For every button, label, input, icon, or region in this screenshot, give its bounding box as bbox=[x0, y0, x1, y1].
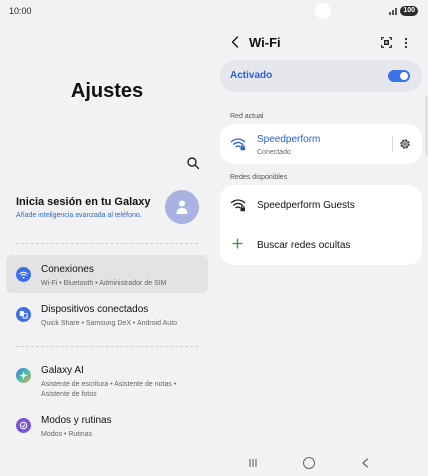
gear-icon[interactable] bbox=[398, 137, 412, 151]
nav-back-icon[interactable] bbox=[361, 458, 369, 468]
available-networks-card: Speedperform Guests Buscar redes ocultas bbox=[220, 185, 422, 265]
current-network-label: Red actual bbox=[230, 113, 264, 120]
current-network-name: Speedperform bbox=[257, 134, 321, 145]
plus-icon bbox=[232, 238, 243, 249]
wifi-switch[interactable] bbox=[388, 70, 410, 82]
menu-item-subtitle: Modos • Rutinas bbox=[41, 431, 93, 438]
row-divider bbox=[392, 136, 393, 152]
settings-panel: Ajustes Inicia sesión en tu Galaxy Añade… bbox=[0, 0, 214, 476]
menu-item-connected-devices[interactable]: Dispositivos conectados Quick Share • Sa… bbox=[6, 295, 208, 333]
current-network-row[interactable]: Speedperform Conectado bbox=[220, 124, 422, 164]
account-title: Inicia sesión en tu Galaxy bbox=[16, 196, 151, 208]
wifi-icon bbox=[16, 267, 31, 282]
menu-item-title: Modos y rutinas bbox=[41, 415, 112, 426]
wifi-secured-icon bbox=[230, 138, 246, 151]
wifi-panel: Wi-Fi Activado Red actual Speedperform C… bbox=[214, 0, 428, 476]
galaxy-account-signin[interactable]: Inicia sesión en tu Galaxy Añade intelig… bbox=[16, 196, 166, 219]
page-title: Ajustes bbox=[70, 80, 144, 102]
wifi-secured-icon bbox=[230, 199, 246, 212]
menu-item-galaxy-ai[interactable]: Galaxy AI Asistente de escritura • Asist… bbox=[6, 356, 208, 400]
menu-item-title: Galaxy AI bbox=[41, 365, 84, 376]
menu-item-title: Conexiones bbox=[41, 264, 94, 275]
search-icon[interactable] bbox=[186, 156, 200, 170]
connected-devices-icon bbox=[16, 307, 31, 322]
search-hidden-networks-label: Buscar redes ocultas bbox=[257, 240, 351, 251]
more-options-icon[interactable] bbox=[404, 37, 408, 49]
wifi-page-title: Wi-Fi bbox=[249, 35, 281, 50]
back-arrow-icon[interactable] bbox=[230, 36, 240, 48]
qr-code-scan-icon[interactable] bbox=[381, 37, 392, 48]
galaxy-ai-icon bbox=[16, 368, 31, 383]
person-icon bbox=[176, 200, 188, 214]
available-networks-label: Redes disponibles bbox=[230, 174, 288, 181]
menu-item-title: Dispositivos conectados bbox=[41, 304, 149, 315]
menu-item-subtitle: Quick Share • Samsung DeX • Android Auto bbox=[41, 320, 178, 327]
current-network-status: Conectado bbox=[257, 149, 291, 156]
wifi-toggle-row[interactable]: Activado bbox=[220, 60, 422, 92]
wifi-toggle-label: Activado bbox=[230, 70, 273, 81]
modes-routines-icon bbox=[16, 418, 31, 433]
available-network-name: Speedperform Guests bbox=[257, 200, 355, 211]
account-subtitle: Añade inteligencia avanzada al teléfono. bbox=[16, 212, 142, 219]
navigation-bar bbox=[0, 452, 428, 476]
menu-item-connections[interactable]: Conexiones Wi-Fi • Bluetooth • Administr… bbox=[6, 255, 208, 293]
menu-item-subtitle: Asistente de escritura • Asistente de no… bbox=[41, 381, 177, 398]
menu-item-subtitle: Wi-Fi • Bluetooth • Administrador de SIM bbox=[41, 280, 167, 287]
home-button-icon[interactable] bbox=[303, 457, 315, 469]
section-divider bbox=[16, 346, 198, 347]
recent-apps-icon[interactable] bbox=[248, 458, 258, 468]
section-divider bbox=[16, 243, 198, 244]
menu-item-modes-routines[interactable]: Modos y rutinas Modos • Rutinas bbox=[6, 406, 208, 444]
avatar[interactable] bbox=[165, 190, 199, 224]
